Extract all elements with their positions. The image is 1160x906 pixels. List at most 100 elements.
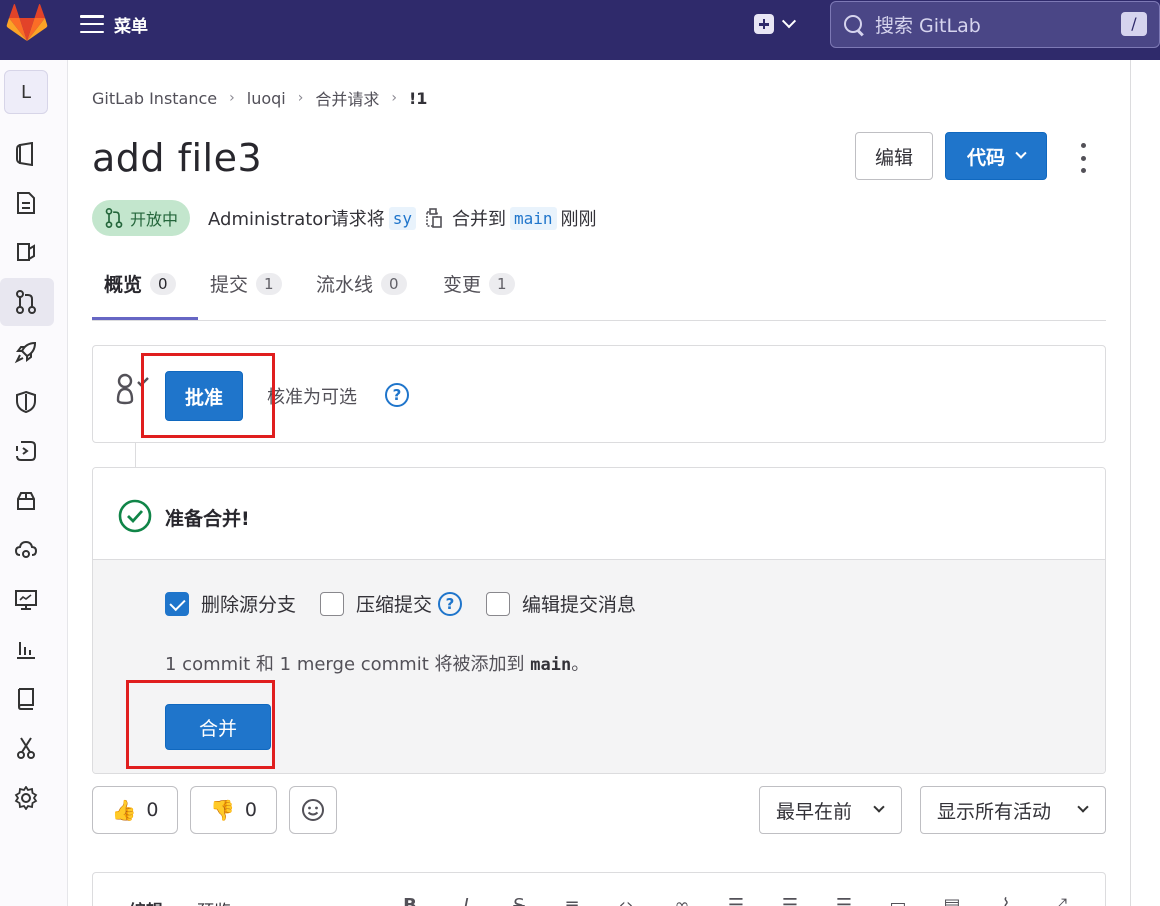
approval-optional-text: 核准为可选 — [267, 387, 357, 408]
chevron-down-icon — [873, 801, 885, 813]
activity-filter-dropdown[interactable]: 显示所有活动 — [920, 786, 1106, 834]
squash-commits-checkbox[interactable] — [320, 591, 345, 616]
commit-info-prefix: 1 commit 和 1 merge commit 将被添加到 — [165, 654, 531, 675]
more-actions-kebab-icon[interactable] — [1073, 143, 1093, 173]
edit-commit-message-label[interactable]: 编辑提交消息 — [522, 590, 636, 617]
hamburger-icon — [80, 15, 104, 33]
tab-overview[interactable]: 概览 0 — [104, 270, 176, 320]
status-text: 开放中 — [130, 210, 179, 229]
create-new-button[interactable] — [754, 12, 812, 36]
check-circle-icon — [118, 499, 152, 533]
breadcrumb-chevron-icon: › — [391, 90, 397, 106]
tab-changes-label: 变更 — [443, 274, 482, 296]
thumbs-up-icon: 👍 — [111, 798, 137, 822]
merge-status-header: 准备合并! — [93, 468, 1105, 560]
merge-request-open-icon — [105, 208, 123, 228]
search-input[interactable]: 搜索 GitLab / — [830, 1, 1160, 48]
commit-info-branch: main — [530, 655, 572, 675]
delete-source-branch-label[interactable]: 删除源分支 — [201, 590, 296, 617]
activity-filter-label: 显示所有活动 — [937, 800, 1052, 823]
tab-commits[interactable]: 提交 1 — [210, 270, 282, 320]
target-branch[interactable]: main — [510, 206, 557, 230]
approve-button[interactable]: 批准 — [165, 371, 243, 421]
thumbs-down-button[interactable]: 👎 0 — [190, 786, 277, 834]
numbered-list-icon[interactable]: ☰ — [779, 895, 801, 906]
merge-button[interactable]: 合并 — [165, 704, 271, 750]
squash-commits-label[interactable]: 压缩提交 — [356, 590, 432, 617]
sort-order-label: 最早在前 — [776, 800, 853, 823]
rocket-icon[interactable] — [12, 338, 40, 366]
breadcrumb-chevron-icon: › — [229, 90, 235, 106]
infrastructure-icon[interactable] — [12, 536, 40, 564]
breadcrumb-current[interactable]: !1 — [409, 89, 427, 108]
shield-icon[interactable] — [12, 388, 40, 416]
breadcrumb-merge-requests[interactable]: 合并请求 — [315, 86, 379, 110]
merge-options: 删除源分支 压缩提交 ? 编辑提交消息 1 commit 和 1 merge c… — [93, 560, 1105, 773]
task-list-icon[interactable]: ☰ — [833, 895, 855, 906]
table-icon[interactable]: ▤ — [941, 895, 963, 906]
quote-icon[interactable]: ≡ — [561, 895, 583, 906]
merge-to-text: 合并到 — [452, 209, 506, 230]
editor-write-tab[interactable]: 编辑 — [129, 897, 163, 906]
wiki-icon[interactable] — [12, 685, 40, 713]
breadcrumb: GitLab Instance › luoqi › 合并请求 › !1 — [92, 86, 427, 110]
snippets-icon[interactable] — [12, 734, 40, 762]
plus-square-icon — [754, 14, 774, 34]
smiley-icon — [302, 799, 324, 821]
attach-icon[interactable]: ⌇ — [995, 895, 1017, 906]
thumbs-down-count: 0 — [244, 799, 257, 821]
menu-button[interactable]: 菜单 — [80, 12, 148, 37]
project-avatar[interactable]: L — [4, 70, 48, 114]
merge-request-icon[interactable] — [12, 288, 40, 316]
editor-preview-tab[interactable]: 预览 — [197, 897, 231, 906]
edit-button[interactable]: 编辑 — [855, 132, 933, 180]
sort-order-dropdown[interactable]: 最早在前 — [759, 786, 902, 834]
content-divider — [1130, 60, 1131, 906]
commit-info-text: 1 commit 和 1 merge commit 将被添加到 main。 — [165, 650, 589, 676]
menu-label: 菜单 — [114, 16, 148, 37]
merge-request-tabs: 概览 0 提交 1 流水线 0 变更 1 — [92, 260, 1106, 321]
approval-widget: 批准 核准为可选 ? — [92, 345, 1106, 443]
code-dropdown-button[interactable]: 代码 — [945, 132, 1047, 180]
tab-pipelines[interactable]: 流水线 0 — [316, 270, 407, 320]
source-branch[interactable]: sy — [388, 206, 416, 230]
search-shortcut-key: / — [1121, 12, 1147, 36]
monitor-icon[interactable] — [12, 586, 40, 614]
breadcrumb-instance[interactable]: GitLab Instance — [92, 89, 217, 108]
bold-icon[interactable]: B — [399, 895, 421, 906]
copy-branch-icon[interactable] — [426, 208, 442, 228]
approval-help-icon[interactable]: ? — [385, 383, 409, 407]
code-button-label: 代码 — [966, 146, 1005, 169]
search-placeholder: 搜索 GitLab — [875, 15, 981, 37]
chevron-down-icon — [1077, 801, 1089, 813]
add-reaction-button[interactable] — [289, 786, 337, 834]
delete-source-branch-checkbox[interactable] — [165, 591, 189, 616]
chevron-down-icon — [1015, 147, 1027, 159]
settings-icon[interactable] — [12, 784, 40, 812]
gitlab-logo-icon[interactable] — [6, 4, 48, 44]
breadcrumb-project[interactable]: luoqi — [247, 89, 286, 108]
thumbs-down-icon: 👎 — [210, 798, 235, 822]
collapsible-icon[interactable]: ▭ — [887, 895, 909, 906]
link-icon[interactable]: ∞ — [671, 895, 693, 906]
bullet-list-icon[interactable]: ☰ — [725, 895, 747, 906]
tab-overview-count: 0 — [150, 273, 176, 295]
project-icon[interactable] — [12, 140, 40, 168]
issues-icon[interactable] — [12, 189, 40, 217]
widget-connector — [135, 443, 136, 467]
breadcrumb-chevron-icon: › — [297, 90, 304, 106]
merge-widget: 准备合并! 删除源分支 压缩提交 ? 编辑提交消息 1 commit 和 1 m… — [92, 467, 1106, 774]
boards-icon[interactable] — [12, 238, 40, 266]
tab-changes[interactable]: 变更 1 — [443, 270, 515, 320]
merge-options-row: 删除源分支 压缩提交 ? 编辑提交消息 — [165, 590, 636, 617]
package-icon[interactable] — [12, 487, 40, 515]
deployments-icon[interactable] — [12, 437, 40, 465]
edit-commit-message-checkbox[interactable] — [486, 591, 511, 616]
thumbs-up-button[interactable]: 👍 0 — [92, 786, 178, 834]
squash-help-icon[interactable]: ? — [438, 591, 463, 616]
fullscreen-icon[interactable]: ⤢ — [1049, 895, 1071, 906]
italic-icon[interactable]: I — [455, 895, 477, 906]
strikethrough-icon[interactable]: S — [508, 895, 530, 906]
code-icon[interactable]: ‹› — [615, 895, 637, 906]
analytics-icon[interactable] — [12, 635, 40, 663]
